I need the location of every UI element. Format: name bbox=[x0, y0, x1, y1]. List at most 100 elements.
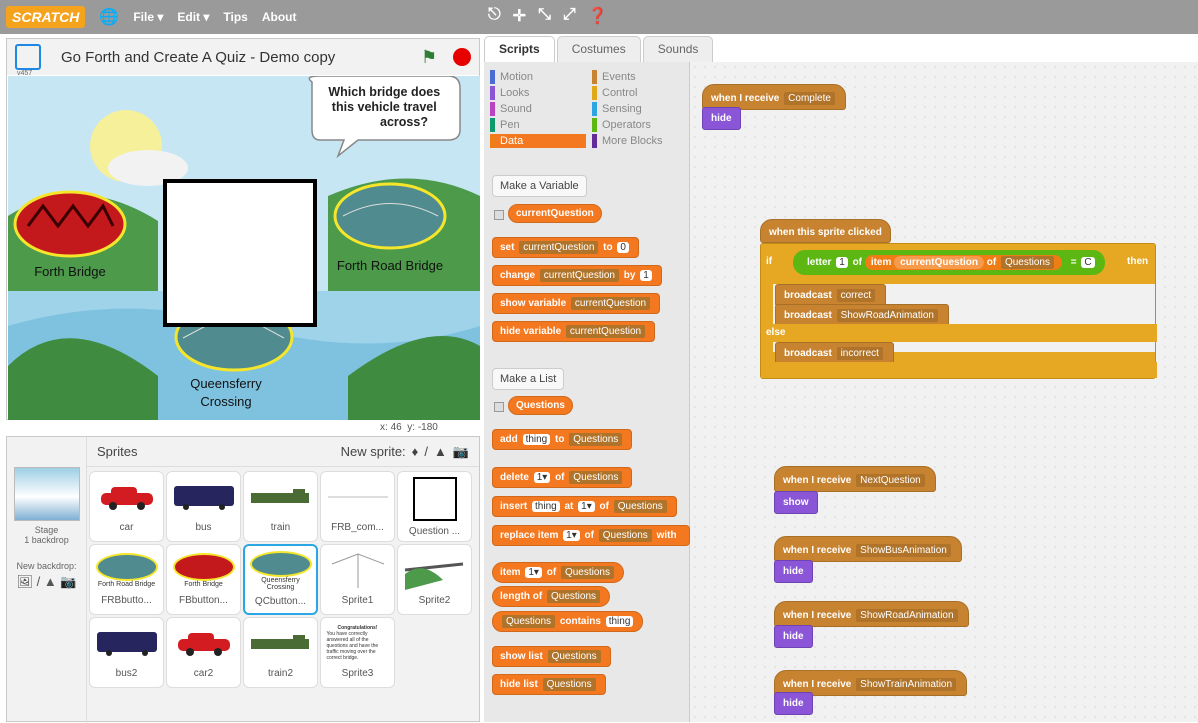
show-variable-block[interactable]: show variable currentQuestion bbox=[492, 293, 661, 314]
contains-block[interactable]: Questions contains thing bbox=[492, 611, 644, 632]
list-checkbox[interactable] bbox=[494, 402, 504, 412]
sprite-grid: car bus train FRB_com... Question ... Fo… bbox=[87, 469, 474, 690]
category-control[interactable]: Control bbox=[592, 86, 688, 100]
make-variable-button[interactable]: Make a Variable bbox=[492, 175, 587, 197]
category-list: Motion Events Looks Control Sound Sensin… bbox=[484, 62, 689, 156]
upload-icon[interactable]: ▲ bbox=[434, 444, 447, 459]
sprite-train[interactable]: train bbox=[243, 471, 318, 542]
equals-operator[interactable]: letter 1 of item currentQuestion of Ques… bbox=[793, 250, 1105, 275]
category-motion[interactable]: Motion bbox=[490, 70, 586, 84]
category-operators[interactable]: Operators bbox=[592, 118, 688, 132]
green-flag-icon[interactable]: ⚑ bbox=[421, 47, 437, 68]
sprite-sprite1[interactable]: Sprite1 bbox=[320, 544, 395, 615]
new-backdrop-icons[interactable]: 🖼 / ▲ 📷 bbox=[7, 574, 86, 590]
toolbar: ⎋ ✛ ⤡ ⤢ ❓ bbox=[488, 6, 608, 26]
editor-tabs: Scripts Costumes Sounds bbox=[484, 34, 715, 62]
make-list-button[interactable]: Make a List bbox=[492, 368, 565, 390]
sprite-sprite2[interactable]: Sprite2 bbox=[397, 544, 472, 615]
when-sprite-clicked-hat[interactable]: when this sprite clicked bbox=[760, 219, 891, 243]
question-box bbox=[163, 179, 317, 327]
sprite-frbbutton[interactable]: Forth Road Bridge FRBbutto... bbox=[89, 544, 164, 615]
sprite-car[interactable]: car bbox=[89, 471, 164, 542]
scripts-area[interactable]: when I receive Complete hide when this s… bbox=[690, 62, 1198, 722]
sprite-frb-com[interactable]: FRB_com... bbox=[320, 471, 395, 542]
duplicate-icon[interactable]: ⎋ bbox=[488, 6, 501, 26]
sprite-car2[interactable]: car2 bbox=[166, 617, 241, 688]
shrink-icon[interactable]: ⤢ bbox=[563, 6, 576, 26]
tab-sounds[interactable]: Sounds bbox=[642, 36, 714, 62]
category-pen[interactable]: Pen bbox=[490, 118, 586, 132]
stop-icon[interactable] bbox=[453, 48, 471, 66]
stage-thumbnail[interactable] bbox=[13, 467, 80, 521]
hide-block-bus[interactable]: hide bbox=[774, 560, 813, 583]
globe-icon[interactable]: 🌐 bbox=[99, 7, 119, 27]
category-sound[interactable]: Sound bbox=[490, 102, 586, 116]
sprite-question[interactable]: Question ... bbox=[397, 471, 472, 542]
menu-about[interactable]: About bbox=[262, 10, 297, 24]
paint-icon[interactable]: / bbox=[424, 444, 428, 459]
add-block[interactable]: add thing to Questions bbox=[492, 429, 633, 450]
replace-block[interactable]: replace item 1▾ of Questions with bbox=[492, 525, 690, 546]
sprite-sprite3[interactable]: Congratulations! You have correctly answe… bbox=[320, 617, 395, 688]
label-forth-bridge: Forth Bridge bbox=[34, 264, 106, 279]
show-block[interactable]: show bbox=[774, 491, 818, 514]
list-reporter[interactable]: Questions bbox=[508, 396, 573, 415]
cut-icon[interactable]: ✛ bbox=[513, 6, 526, 26]
when-receive-show-road-hat[interactable]: when I receive ShowRoadAnimation bbox=[774, 601, 969, 627]
stage-scene: Which bridge does this vehicle travel ac… bbox=[8, 76, 480, 420]
sprites-header: Sprites New sprite: ♦ / ▲ 📷 bbox=[87, 437, 479, 467]
sprite-library-icon[interactable]: ♦ bbox=[412, 444, 419, 459]
item-reporter[interactable]: item 1▾ of Questions bbox=[492, 562, 624, 583]
length-reporter[interactable]: length of Questions bbox=[492, 586, 611, 607]
presentation-mode-icon[interactable]: v457 bbox=[15, 44, 41, 77]
set-block[interactable]: set currentQuestion to 0 bbox=[492, 237, 639, 258]
mouse-coordinates: x: 46 y: -180 bbox=[380, 422, 438, 433]
help-icon[interactable]: ❓ bbox=[588, 6, 608, 26]
sprite-bus2[interactable]: bus2 bbox=[89, 617, 164, 688]
menu-file[interactable]: File ▾ bbox=[133, 10, 163, 24]
grow-icon[interactable]: ⤡ bbox=[538, 6, 551, 26]
hide-block[interactable]: hide bbox=[702, 107, 741, 130]
delete-block[interactable]: delete 1▾ of Questions bbox=[492, 467, 633, 488]
forth-bridge-button bbox=[13, 190, 127, 258]
sprite-train2[interactable]: train2 bbox=[243, 617, 318, 688]
category-data[interactable]: Data bbox=[490, 134, 586, 148]
menu-edit[interactable]: Edit ▾ bbox=[177, 10, 209, 24]
label-forth-road-bridge: Forth Road Bridge bbox=[337, 258, 443, 273]
change-block[interactable]: change currentQuestion by 1 bbox=[492, 265, 662, 286]
sprite-pane: Stage 1 backdrop New backdrop: 🖼 / ▲ 📷 S… bbox=[6, 436, 480, 723]
forth-road-bridge-button bbox=[333, 182, 447, 250]
category-looks[interactable]: Looks bbox=[490, 86, 586, 100]
show-list-block[interactable]: show list Questions bbox=[492, 646, 611, 667]
label-queensferry: Queensferry bbox=[190, 376, 262, 391]
stage-canvas[interactable]: Which bridge does this vehicle travel ac… bbox=[8, 76, 480, 420]
label-crossing: Crossing bbox=[200, 394, 251, 409]
stage-header: v457 Go Forth and Create A Quiz - Demo c… bbox=[7, 39, 479, 77]
block-palette: Motion Events Looks Control Sound Sensin… bbox=[484, 62, 690, 722]
sprite-bus[interactable]: bus bbox=[166, 471, 241, 542]
hide-variable-block[interactable]: hide variable currentQuestion bbox=[492, 321, 656, 342]
hide-block-road[interactable]: hide bbox=[774, 625, 813, 648]
category-sensing[interactable]: Sensing bbox=[592, 102, 688, 116]
sprite-qcbutton[interactable]: Queensferry Crossing QCbutton... bbox=[243, 544, 318, 615]
sprite-fbbutton[interactable]: Forth Bridge FBbutton... bbox=[166, 544, 241, 615]
camera-icon[interactable]: 📷 bbox=[453, 444, 469, 460]
hide-block-train[interactable]: hide bbox=[774, 692, 813, 715]
project-title[interactable]: Go Forth and Create A Quiz - Demo copy bbox=[61, 49, 335, 66]
category-events[interactable]: Events bbox=[592, 70, 688, 84]
when-receive-next-question-hat[interactable]: when I receive NextQuestion bbox=[774, 466, 936, 492]
hide-list-block[interactable]: hide list Questions bbox=[492, 674, 606, 695]
tab-scripts[interactable]: Scripts bbox=[484, 36, 555, 62]
category-more-blocks[interactable]: More Blocks bbox=[592, 134, 688, 148]
menu-bar: SCRATCH 🌐 File ▾ Edit ▾ Tips About ⎋ ✛ ⤡… bbox=[0, 0, 1198, 34]
variable-checkbox[interactable] bbox=[494, 210, 504, 220]
stage-panel: v457 Go Forth and Create A Quiz - Demo c… bbox=[6, 38, 480, 420]
when-receive-show-bus-hat[interactable]: when I receive ShowBusAnimation bbox=[774, 536, 962, 562]
tab-costumes[interactable]: Costumes bbox=[556, 36, 641, 62]
menu-tips[interactable]: Tips bbox=[223, 10, 247, 24]
variable-reporter[interactable]: currentQuestion bbox=[508, 204, 602, 223]
scratch-logo[interactable]: SCRATCH bbox=[6, 6, 86, 28]
stage-selector[interactable]: Stage 1 backdrop New backdrop: 🖼 / ▲ 📷 bbox=[7, 437, 87, 723]
if-else-block[interactable]: if letter 1 of item currentQuestion of Q… bbox=[760, 243, 1157, 379]
insert-block[interactable]: insert thing at 1▾ of Questions bbox=[492, 496, 677, 517]
